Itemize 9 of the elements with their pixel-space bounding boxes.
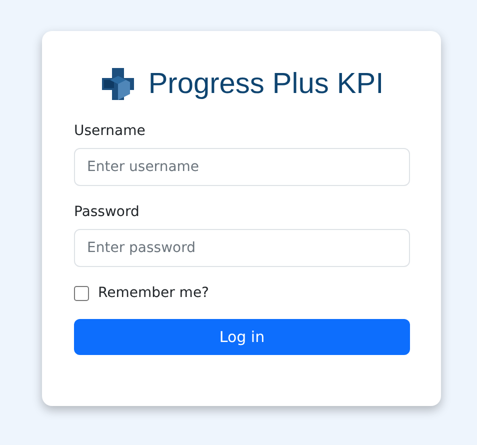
field-label: Username: [74, 123, 146, 139]
remember-label: Remember me?: [98, 285, 209, 301]
login-button[interactable]: Log in: [74, 319, 410, 355]
field-label: Password: [74, 204, 140, 220]
app-title: Progress Plus KPI: [148, 68, 384, 100]
remember-checkbox[interactable]: [74, 286, 89, 300]
logo-icon: [100, 66, 136, 102]
input-field[interactable]: Enter password: [74, 229, 410, 267]
input-field[interactable]: Enter username: [74, 148, 410, 186]
